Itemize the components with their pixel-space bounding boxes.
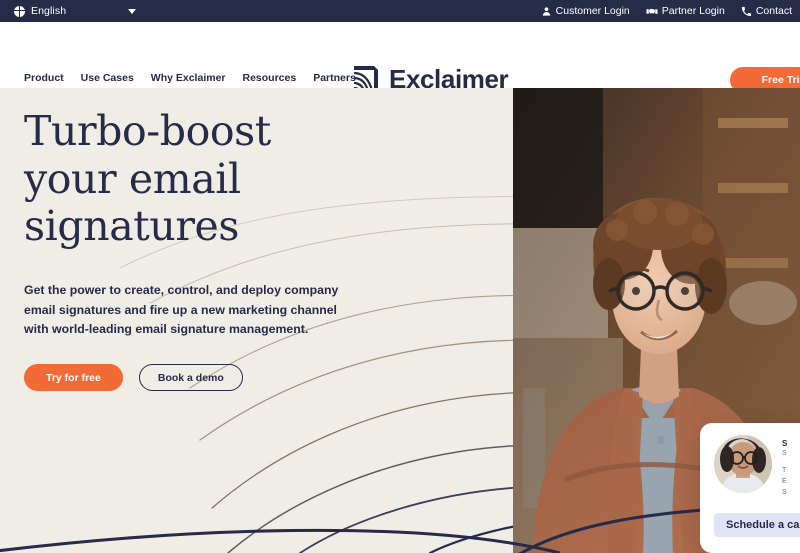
hero-paragraph: Get the power to create, control, and de… — [24, 282, 339, 337]
nav-item-why-exclaimer[interactable]: Why Exclaimer — [151, 72, 226, 84]
rep-name: S — [782, 439, 788, 448]
card-header: S S T E S — [700, 423, 800, 499]
avatar — [714, 435, 772, 493]
nav-item-resources[interactable]: Resources — [243, 72, 297, 84]
user-icon — [542, 6, 550, 16]
language-label: English — [31, 5, 67, 17]
headline-line-2: your email — [24, 154, 241, 203]
phone-icon — [741, 6, 751, 16]
card-text: S S T E S — [782, 435, 787, 499]
schedule-call-card: S S T E S Schedule a call — [700, 423, 800, 553]
rep-meta-line-1: T — [782, 467, 787, 474]
rep-meta: T E S — [782, 465, 787, 499]
utility-bar: English Customer Login Partner Login Con… — [0, 0, 800, 22]
rep-role: S — [782, 450, 787, 457]
nav-item-partners[interactable]: Partners — [313, 72, 356, 84]
schedule-a-call-button[interactable]: Schedule a call — [714, 512, 800, 537]
customer-login-link[interactable]: Customer Login — [541, 5, 630, 17]
contact-link[interactable]: Contact — [741, 5, 792, 17]
globe-icon — [14, 5, 25, 17]
headline-line-3: signatures — [24, 202, 240, 251]
try-for-free-button[interactable]: Try for free — [24, 364, 123, 392]
rep-meta-line-3: S — [782, 489, 787, 497]
hero-section: Turbo-boost your email signatures Get th… — [0, 88, 800, 553]
contact-label: Contact — [755, 5, 792, 17]
partner-login-label: Partner Login — [661, 5, 725, 17]
nav-item-use-cases[interactable]: Use Cases — [81, 72, 134, 84]
book-a-demo-button[interactable]: Book a demo — [138, 364, 243, 392]
sales-rep-avatar — [714, 435, 772, 493]
chevron-down-icon[interactable] — [128, 8, 137, 14]
page-title: Turbo-boost your email signatures — [24, 107, 494, 251]
handshake-icon — [646, 8, 658, 14]
utility-links: Customer Login Partner Login Contact — [541, 5, 792, 17]
language-selector[interactable]: English — [14, 5, 137, 17]
hero-copy: Turbo-boost your email signatures Get th… — [24, 107, 494, 392]
site-header: Product Use Cases Why Exclaimer Resource… — [0, 22, 800, 93]
nav-item-product[interactable]: Product — [24, 72, 64, 84]
partner-login-link[interactable]: Partner Login — [646, 5, 725, 17]
page-root: English Customer Login Partner Login Con… — [0, 0, 800, 553]
hero-cta-row: Try for free Book a demo — [24, 364, 494, 392]
headline-line-1: Turbo-boost — [24, 107, 271, 155]
rep-meta-line-2: E — [782, 478, 787, 486]
customer-login-label: Customer Login — [555, 5, 630, 17]
main-navigation: Product Use Cases Why Exclaimer Resource… — [24, 72, 356, 84]
